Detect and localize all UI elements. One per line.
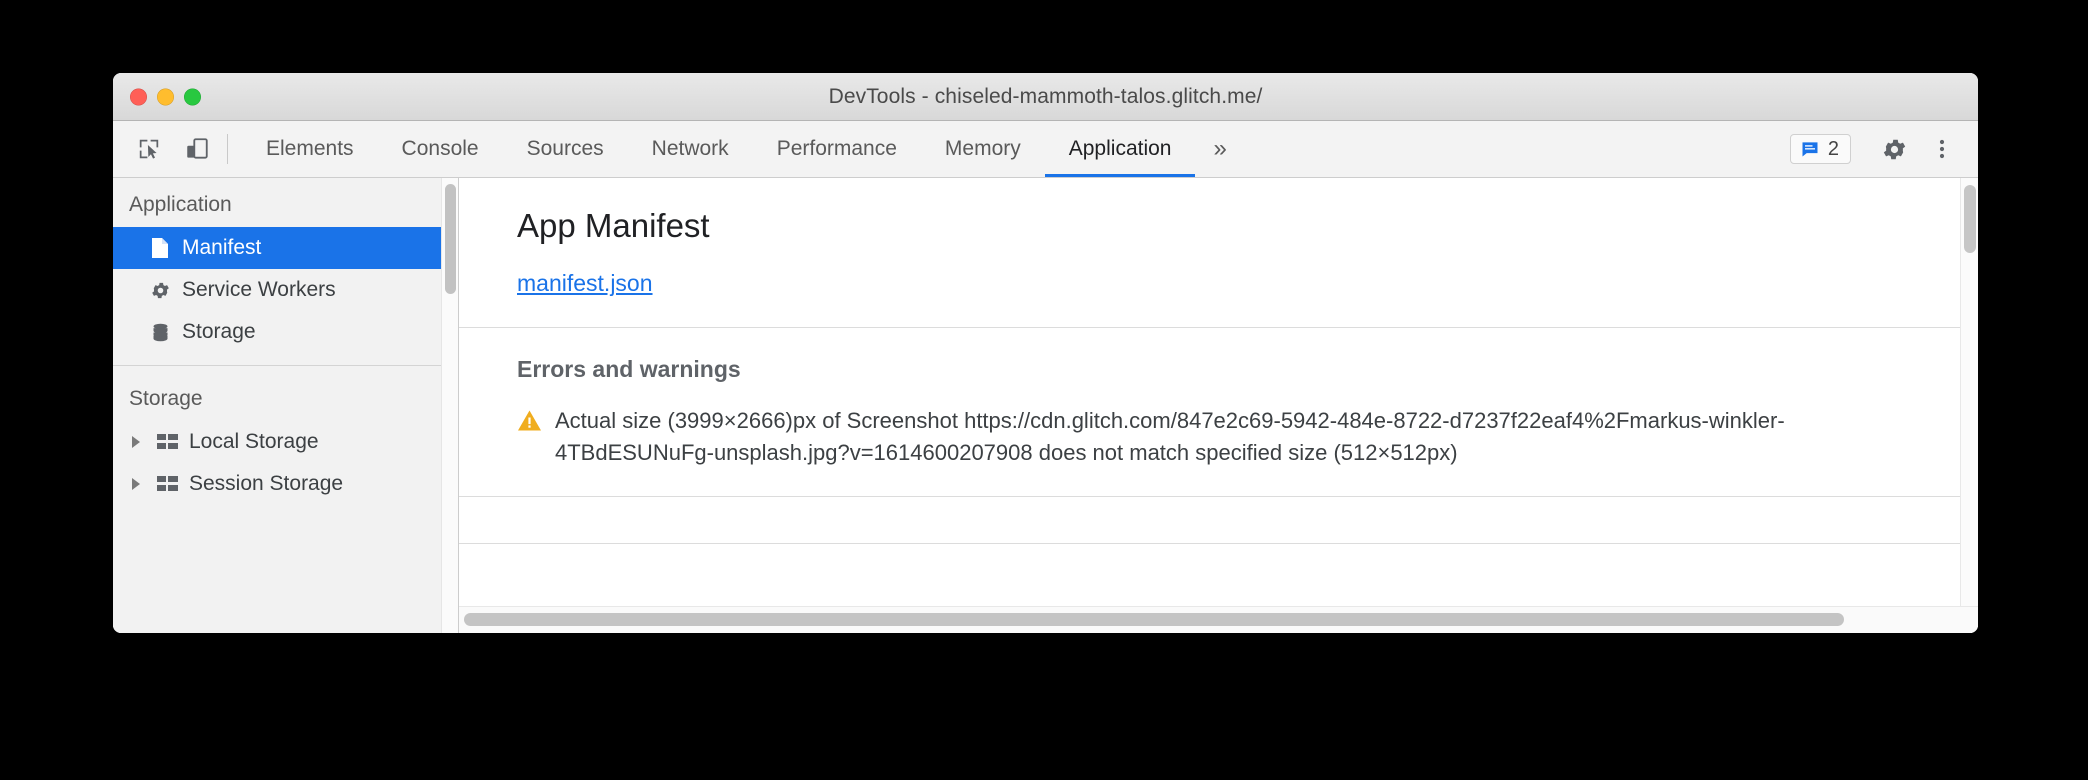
window-titlebar: DevTools - chiseled-mammoth-talos.glitch… <box>113 73 1978 121</box>
sidebar-item-storage[interactable]: Storage <box>113 311 458 353</box>
page-title: App Manifest <box>517 207 710 244</box>
tab-label: Elements <box>266 137 354 160</box>
manifest-panel: App Manifest manifest.json Errors and wa… <box>459 178 1978 633</box>
tab-label: Memory <box>944 137 1021 160</box>
gear-glyph <box>1883 139 1905 159</box>
tab-application[interactable]: Application <box>1044 121 1196 177</box>
tab-memory[interactable]: Memory <box>921 121 1045 177</box>
chevron-right-icon[interactable] <box>127 435 145 449</box>
sidebar-scrollbar-thumb[interactable] <box>445 184 456 294</box>
sidebar-item-local-storage[interactable]: Local Storage <box>113 421 458 463</box>
settings-gear-icon[interactable] <box>1872 127 1916 171</box>
sidebar-item-label: Manifest <box>182 236 262 259</box>
manifest-horizontal-scrollbar[interactable] <box>459 606 1978 633</box>
sidebar-item-label: Storage <box>182 320 256 343</box>
table-icon <box>156 473 178 495</box>
zoom-button[interactable] <box>184 88 201 105</box>
tab-label: Network <box>651 137 729 160</box>
errors-warnings-title: Errors and warnings <box>517 356 741 383</box>
manifest-next-section <box>459 497 1978 544</box>
application-sidebar: Application Manifest Service Workers Sto… <box>113 178 459 633</box>
manifest-scroll-area: App Manifest manifest.json Errors and wa… <box>459 178 1978 606</box>
database-glyph <box>153 323 167 341</box>
kebab-glyph <box>1939 139 1945 159</box>
panel-tabs: Elements Console Sources Network Perform… <box>242 121 1790 177</box>
chevron-right-glyph <box>132 478 140 490</box>
errors-and-warnings-section: Errors and warnings Actual size (3999×26… <box>459 328 1978 497</box>
sidebar-item-session-storage[interactable]: Session Storage <box>113 463 458 505</box>
close-button[interactable] <box>130 88 147 105</box>
console-messages-badge[interactable]: 2 <box>1789 134 1851 164</box>
device-toolbar-glyph <box>187 138 208 159</box>
message-count: 2 <box>1827 137 1839 160</box>
sidebar-item-label: Session Storage <box>189 472 344 495</box>
warning-triangle-icon <box>517 405 543 469</box>
sidebar-item-manifest[interactable]: Manifest <box>113 227 458 269</box>
toolbar-right-group: 2 <box>1789 121 1978 177</box>
minimize-button[interactable] <box>157 88 174 105</box>
tab-label: Sources <box>526 137 604 160</box>
warning-message: Actual size (3999×2666)px of Screenshot … <box>555 408 1785 466</box>
more-options-kebab-icon[interactable] <box>1920 127 1964 171</box>
chevron-right-icon[interactable] <box>127 477 145 491</box>
more-tabs-chevron-icon[interactable]: » <box>1195 121 1244 177</box>
sidebar-group-storage-title: Storage <box>129 387 203 410</box>
tab-performance[interactable]: Performance <box>753 121 921 177</box>
gear-icon <box>149 279 171 301</box>
tab-label: Console <box>401 137 479 160</box>
tab-sources[interactable]: Sources <box>503 121 628 177</box>
sidebar-vertical-scrollbar[interactable] <box>441 178 458 633</box>
manifest-vertical-scrollbar[interactable] <box>1960 178 1978 606</box>
sidebar-item-label: Service Workers <box>182 278 336 301</box>
manifest-json-link[interactable]: manifest.json <box>517 270 653 297</box>
sidebar-group-application-title: Application <box>129 193 232 216</box>
overflow-label: » <box>1213 135 1227 162</box>
tab-label: Application <box>1068 137 1172 160</box>
manifest-scrollbar-thumb[interactable] <box>1964 185 1976 253</box>
tab-network[interactable]: Network <box>628 121 753 177</box>
table-glyph <box>156 476 178 491</box>
devtools-toolbar: Elements Console Sources Network Perform… <box>113 121 1978 178</box>
sidebar-scroll-area: Application Manifest Service Workers Sto… <box>113 178 458 633</box>
device-toolbar-icon[interactable] <box>177 129 217 169</box>
message-icon <box>1802 142 1818 157</box>
manifest-hscrollbar-thumb[interactable] <box>464 613 1844 626</box>
warning-row: Actual size (3999×2666)px of Screenshot … <box>517 405 1920 469</box>
sidebar-item-service-workers[interactable]: Service Workers <box>113 269 458 311</box>
inspect-element-glyph <box>139 139 159 159</box>
window-controls <box>130 88 201 105</box>
tab-elements[interactable]: Elements <box>242 121 378 177</box>
sidebar-divider <box>113 365 458 366</box>
devtools-content: Application Manifest Service Workers Sto… <box>113 178 1978 633</box>
table-icon <box>156 431 178 453</box>
window-title: DevTools - chiseled-mammoth-talos.glitch… <box>828 84 1263 108</box>
database-icon <box>149 321 171 343</box>
table-glyph <box>156 434 178 449</box>
toolbar-divider <box>227 134 228 164</box>
tab-console[interactable]: Console <box>378 121 503 177</box>
chevron-right-glyph <box>132 436 140 448</box>
devtools-window: DevTools - chiseled-mammoth-talos.glitch… <box>113 73 1978 633</box>
tab-label: Performance <box>776 137 897 160</box>
document-icon <box>149 237 171 259</box>
toolbar-icon-group <box>113 121 217 177</box>
document-glyph <box>152 238 168 258</box>
warning-triangle-glyph <box>518 410 541 431</box>
inspect-element-icon[interactable] <box>129 129 169 169</box>
manifest-header-section: App Manifest manifest.json <box>459 178 1978 329</box>
sidebar-item-label: Local Storage <box>189 430 319 453</box>
gear-glyph <box>151 282 169 298</box>
